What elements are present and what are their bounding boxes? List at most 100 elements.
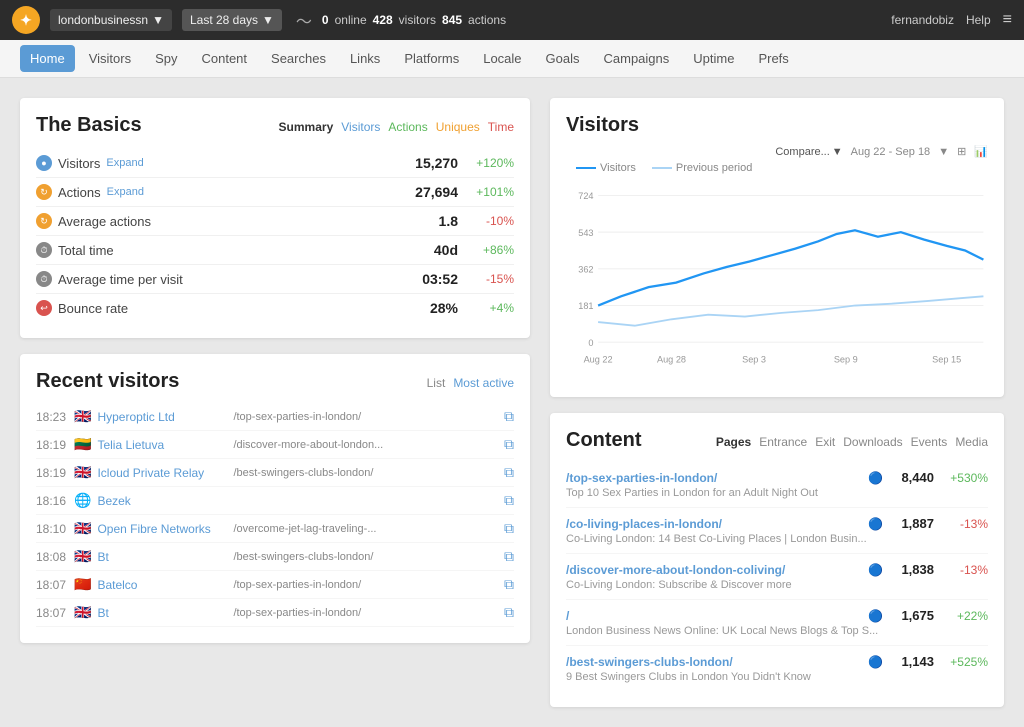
basics-tab-uniques[interactable]: Uniques xyxy=(436,120,480,134)
svg-text:362: 362 xyxy=(578,264,593,274)
basics-tab-summary[interactable]: Summary xyxy=(279,120,334,134)
site-selector[interactable]: londonbusinessn ▼ xyxy=(50,9,172,31)
visitor-link-icon[interactable]: ⧉ xyxy=(504,464,514,481)
content-tab-exit[interactable]: Exit xyxy=(815,435,835,449)
compare-label: Compare... xyxy=(775,146,829,158)
content-url[interactable]: /best-swingers-clubs-london/ xyxy=(566,655,862,669)
bounce-label-text: Bounce rate xyxy=(58,301,128,316)
content-section: Content Pages Entrance Exit Downloads Ev… xyxy=(550,413,1004,707)
logo-letter: ✦ xyxy=(20,12,32,29)
visitors-label: visitors xyxy=(399,13,436,27)
avg-actions-icon: ↻ xyxy=(36,213,52,229)
content-link-icon[interactable]: 🔵 xyxy=(868,471,883,485)
hamburger-icon[interactable]: ≡ xyxy=(1003,11,1012,29)
main-content: The Basics Summary Visitors Actions Uniq… xyxy=(0,78,1024,727)
help-link[interactable]: Help xyxy=(966,13,991,27)
recent-tab-most-active[interactable]: Most active xyxy=(453,376,514,390)
content-tab-entrance[interactable]: Entrance xyxy=(759,435,807,449)
visitor-link-icon[interactable]: ⧉ xyxy=(504,408,514,425)
visitor-row: 18:23 🇬🇧 Hyperoptic Ltd /top-sex-parties… xyxy=(36,403,514,431)
visitor-link-icon[interactable]: ⧉ xyxy=(504,548,514,565)
basics-section: The Basics Summary Visitors Actions Uniq… xyxy=(20,98,530,338)
svg-text:181: 181 xyxy=(578,301,593,311)
content-count: 1,838 xyxy=(889,562,934,577)
nav-spy[interactable]: Spy xyxy=(145,45,187,72)
avg-time-label-text: Average time per visit xyxy=(58,272,183,287)
content-row: /co-living-places-in-london/ 🔵 1,887 -13… xyxy=(566,508,988,554)
content-row-top: /discover-more-about-london-coliving/ 🔵 … xyxy=(566,562,988,577)
content-link-icon[interactable]: 🔵 xyxy=(868,655,883,669)
content-row-top: / 🔵 1,675 +22% xyxy=(566,608,988,623)
actions-change: +101% xyxy=(466,185,514,199)
legend-line-dashed xyxy=(652,167,672,169)
export-icon[interactable]: ⊞ xyxy=(957,145,966,158)
content-url[interactable]: /co-living-places-in-london/ xyxy=(566,517,862,531)
content-change: +525% xyxy=(940,655,988,669)
content-row: / 🔵 1,675 +22% London Business News Onli… xyxy=(566,600,988,646)
visitor-link-icon[interactable]: ⧉ xyxy=(504,436,514,453)
username-link[interactable]: fernandobiz xyxy=(891,13,954,27)
visitor-row: 18:19 🇬🇧 Icloud Private Relay /best-swin… xyxy=(36,459,514,487)
nav-content[interactable]: Content xyxy=(191,45,257,72)
nav-searches[interactable]: Searches xyxy=(261,45,336,72)
bounce-value: 28% xyxy=(398,300,458,316)
visitor-link-icon[interactable]: ⧉ xyxy=(504,520,514,537)
nav-links[interactable]: Links xyxy=(340,45,390,72)
chart-date-range: Aug 22 - Sep 18 xyxy=(851,146,931,158)
content-tab-media[interactable]: Media xyxy=(955,435,988,449)
actions-expand[interactable]: Expand xyxy=(107,186,144,198)
visitor-link-icon[interactable]: ⧉ xyxy=(504,604,514,621)
nav-uptime[interactable]: Uptime xyxy=(683,45,744,72)
nav-goals[interactable]: Goals xyxy=(536,45,590,72)
nav-platforms[interactable]: Platforms xyxy=(394,45,469,72)
content-link-icon[interactable]: 🔵 xyxy=(868,517,883,531)
top-right-nav: fernandobiz Help ≡ xyxy=(891,11,1012,29)
svg-text:Aug 22: Aug 22 xyxy=(584,354,613,364)
nav-campaigns[interactable]: Campaigns xyxy=(594,45,680,72)
legend-line-solid xyxy=(576,167,596,169)
basics-tab-time[interactable]: Time xyxy=(488,120,514,134)
content-tab-pages[interactable]: Pages xyxy=(716,435,751,449)
basics-tab-actions[interactable]: Actions xyxy=(388,120,427,134)
content-tab-events[interactable]: Events xyxy=(911,435,948,449)
content-row: /discover-more-about-london-coliving/ 🔵 … xyxy=(566,554,988,600)
content-url[interactable]: / xyxy=(566,609,862,623)
nav-home[interactable]: Home xyxy=(20,45,75,72)
content-link-icon[interactable]: 🔵 xyxy=(868,609,883,623)
chart-icon[interactable]: 〜 xyxy=(296,8,312,32)
content-change: -13% xyxy=(940,517,988,531)
visitor-link-icon[interactable]: ⧉ xyxy=(504,576,514,593)
basics-label-total-time: ⏱ Total time xyxy=(36,242,398,258)
content-url[interactable]: /top-sex-parties-in-london/ xyxy=(566,471,862,485)
chevron-down-icon: ▼ xyxy=(832,146,843,158)
visitors-chart-svg: 724 543 362 181 0 Aug 22 Aug 28 Sep 3 Se… xyxy=(566,178,988,378)
site-name: londonbusinessn xyxy=(58,13,148,27)
basics-tabs: Summary Visitors Actions Uniques Time xyxy=(279,120,514,134)
basics-row-visitors: ● Visitors Expand 15,270 +120% xyxy=(36,149,514,178)
recent-tab-list[interactable]: List xyxy=(427,376,446,390)
nav-locale[interactable]: Locale xyxy=(473,45,531,72)
content-tab-downloads[interactable]: Downloads xyxy=(843,435,902,449)
chevron-down-icon: ▼ xyxy=(262,13,274,27)
nav-visitors[interactable]: Visitors xyxy=(79,45,141,72)
content-title: Content xyxy=(566,429,716,452)
visitors-expand[interactable]: Expand xyxy=(106,157,143,169)
actions-icon: ↻ xyxy=(36,184,52,200)
recent-tabs: List Most active xyxy=(427,376,514,390)
compare-button[interactable]: Compare... ▼ xyxy=(775,146,842,158)
logo: ✦ xyxy=(12,6,40,34)
visitors-value: 15,270 xyxy=(398,155,458,171)
avg-time-icon: ⏱ xyxy=(36,271,52,287)
basics-tab-visitors[interactable]: Visitors xyxy=(341,120,380,134)
content-link-icon[interactable]: 🔵 xyxy=(868,563,883,577)
content-desc: London Business News Online: UK Local Ne… xyxy=(566,625,988,637)
nav-prefs[interactable]: Prefs xyxy=(748,45,798,72)
recent-title: Recent visitors xyxy=(36,370,427,393)
visitor-link-icon[interactable]: ⧉ xyxy=(504,492,514,509)
bar-chart-icon[interactable]: 📊 xyxy=(974,145,988,158)
basics-row-avg-time: ⏱ Average time per visit 03:52 -15% xyxy=(36,265,514,294)
content-url[interactable]: /discover-more-about-london-coliving/ xyxy=(566,563,862,577)
left-panel: The Basics Summary Visitors Actions Uniq… xyxy=(20,98,530,707)
visitor-row: 18:10 🇬🇧 Open Fibre Networks /overcome-j… xyxy=(36,515,514,543)
date-range-selector[interactable]: Last 28 days ▼ xyxy=(182,9,282,31)
